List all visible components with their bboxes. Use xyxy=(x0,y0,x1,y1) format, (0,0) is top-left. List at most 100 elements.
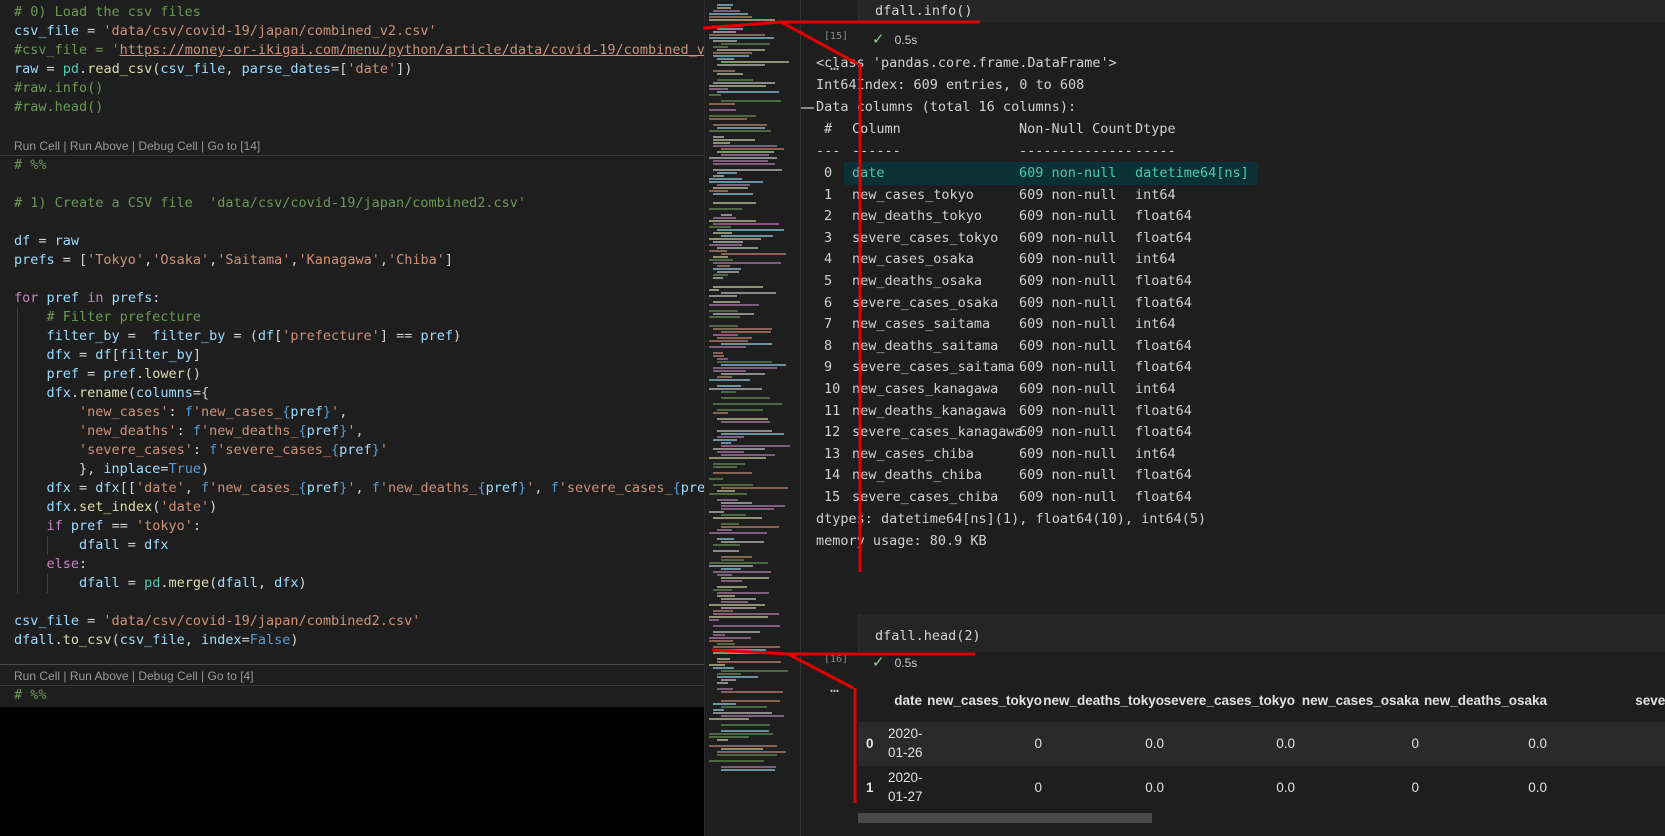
info-row-nonnull: 609 non-null xyxy=(1019,467,1117,484)
info-row-nonnull: 609 non-null xyxy=(1019,316,1117,333)
minimap-line xyxy=(713,202,756,204)
notebook-pane[interactable]: dfall.info() [15] ✓ 0.5s … <class 'pandas… xyxy=(814,0,1665,836)
info-row-dtype: int64 xyxy=(1135,381,1176,397)
code-line: dfx = dfx[['date', f'new_cases_{pref}', … xyxy=(46,480,704,496)
minimap-line xyxy=(713,613,779,615)
minimap-line xyxy=(717,661,781,663)
minimap-line xyxy=(721,253,786,255)
code-line: dfx = df[filter_by] xyxy=(46,347,201,363)
minimap-line xyxy=(713,52,752,54)
cell-code[interactable]: dfall.info() xyxy=(875,3,973,19)
minimap-line xyxy=(717,358,728,360)
info-row-index: 12 xyxy=(824,424,841,441)
minimap-line xyxy=(721,331,771,333)
minimap-line xyxy=(713,274,728,276)
minimap-line xyxy=(717,58,734,60)
minimap-line xyxy=(721,766,776,768)
table-date-cell: 01-26 xyxy=(888,745,923,760)
table-row: 1 2020- 01-27 0 0.0 0.0 0 0.0 xyxy=(858,766,1665,812)
info-row-nonnull: 609 non-null xyxy=(1019,165,1117,181)
run-cell-link[interactable]: Run Cell xyxy=(14,669,60,683)
minimap-line xyxy=(709,565,753,567)
minimap-line xyxy=(721,154,769,156)
info-row-nonnull: 609 non-null xyxy=(1019,359,1117,376)
minimap[interactable] xyxy=(704,0,801,836)
minimap-line xyxy=(709,109,736,111)
info-row-dtype: int64 xyxy=(1135,251,1176,268)
minimap-line xyxy=(709,250,727,252)
info-row-column: new_cases_tokyo xyxy=(852,186,974,203)
go-to-link[interactable]: Go to [4] xyxy=(208,669,254,683)
run-above-link[interactable]: Run Above xyxy=(70,139,129,153)
minimap-line xyxy=(717,682,728,684)
table-header-cell: new_cases_tokyo xyxy=(927,693,1042,708)
info-row-nonnull: 609 non-null xyxy=(1019,229,1117,246)
horizontal-scrollbar[interactable] xyxy=(858,813,1152,823)
minimap-line xyxy=(717,490,735,492)
minimap-line xyxy=(717,430,772,432)
run-above-link[interactable]: Run Above xyxy=(70,669,129,683)
code-cell-15[interactable]: dfall.info() xyxy=(858,0,1665,22)
debug-cell-link[interactable]: Debug Cell xyxy=(138,669,197,683)
run-cell-link[interactable]: Run Cell xyxy=(14,139,60,153)
info-row-dtype: float64 xyxy=(1135,294,1192,311)
minimap-line xyxy=(717,499,738,501)
minimap-line xyxy=(709,718,749,720)
table-cell: 0.0 xyxy=(1145,736,1164,751)
debug-cell-link[interactable]: Debug Cell xyxy=(138,139,197,153)
code-editor[interactable]: # 0) Load the csv files csv_file = 'data… xyxy=(0,0,704,836)
minimap-line xyxy=(709,103,735,105)
minimap-line xyxy=(721,601,748,603)
minimap-line xyxy=(709,619,719,621)
minimap-line xyxy=(709,745,777,747)
minimap-line xyxy=(721,568,741,570)
info-row-index: 11 xyxy=(824,402,841,419)
info-row-dtype: float64 xyxy=(1135,273,1192,289)
output-menu-ellipsis[interactable]: … xyxy=(830,678,840,696)
indent-guide xyxy=(47,536,48,555)
minimap-line xyxy=(713,187,748,189)
terminal-area[interactable] xyxy=(0,707,704,836)
minimap-line xyxy=(713,550,739,552)
info-line: Int64Index: 609 entries, 0 to 608 xyxy=(816,77,1085,93)
info-row-index: 13 xyxy=(824,445,841,462)
minimap-line xyxy=(713,667,734,669)
cell-status: ✓ 0.5s xyxy=(872,31,918,48)
code-line: csv_file = 'data/csv/covid-19/japan/comb… xyxy=(14,613,421,629)
minimap-line xyxy=(721,556,752,558)
minimap-line xyxy=(713,352,723,354)
info-divider: -------------- xyxy=(1019,143,1133,159)
code-line: 'new_cases': f'new_cases_{pref}', xyxy=(79,404,348,420)
editor-scrollbar[interactable] xyxy=(800,0,815,836)
info-line: memory usage: 80.9 KB xyxy=(816,533,987,549)
scroll-thumb[interactable] xyxy=(801,107,815,109)
cell-code[interactable]: dfall.head(2) xyxy=(875,628,981,644)
info-row-column: severe_cases_osaka xyxy=(852,294,999,311)
minimap-line xyxy=(717,643,735,645)
minimap-line xyxy=(721,61,789,63)
info-row-column: new_deaths_chiba xyxy=(852,467,983,484)
code-cell-16[interactable]: dfall.head(2) xyxy=(858,614,1665,652)
minimap-line xyxy=(721,391,736,393)
info-header-cell: Column xyxy=(852,121,901,137)
info-row-dtype: float64 xyxy=(1135,402,1192,419)
cell-marker: # %% xyxy=(14,687,47,703)
minimap-line xyxy=(721,691,783,693)
info-row-index: 9 xyxy=(824,359,833,376)
minimap-line xyxy=(717,409,763,411)
cell-divider xyxy=(0,685,704,686)
minimap-line xyxy=(721,514,746,516)
minimap-line xyxy=(717,538,734,540)
info-row-dtype: float64 xyxy=(1135,208,1192,225)
code-line: filter_by = filter_by = (df['prefecture'… xyxy=(46,328,462,344)
minimap-line xyxy=(709,736,749,738)
minimap-line xyxy=(713,625,780,627)
minimap-line xyxy=(709,16,752,18)
code-line: for pref in prefs: xyxy=(14,290,161,306)
minimap-line xyxy=(713,70,735,72)
go-to-link[interactable]: Go to [14] xyxy=(208,139,261,153)
minimap-line xyxy=(717,574,732,576)
info-row-dtype: float64 xyxy=(1135,489,1192,505)
code-line: dfall.to_csv(csv_file, index=False) xyxy=(14,632,299,648)
minimap-line xyxy=(721,670,788,672)
